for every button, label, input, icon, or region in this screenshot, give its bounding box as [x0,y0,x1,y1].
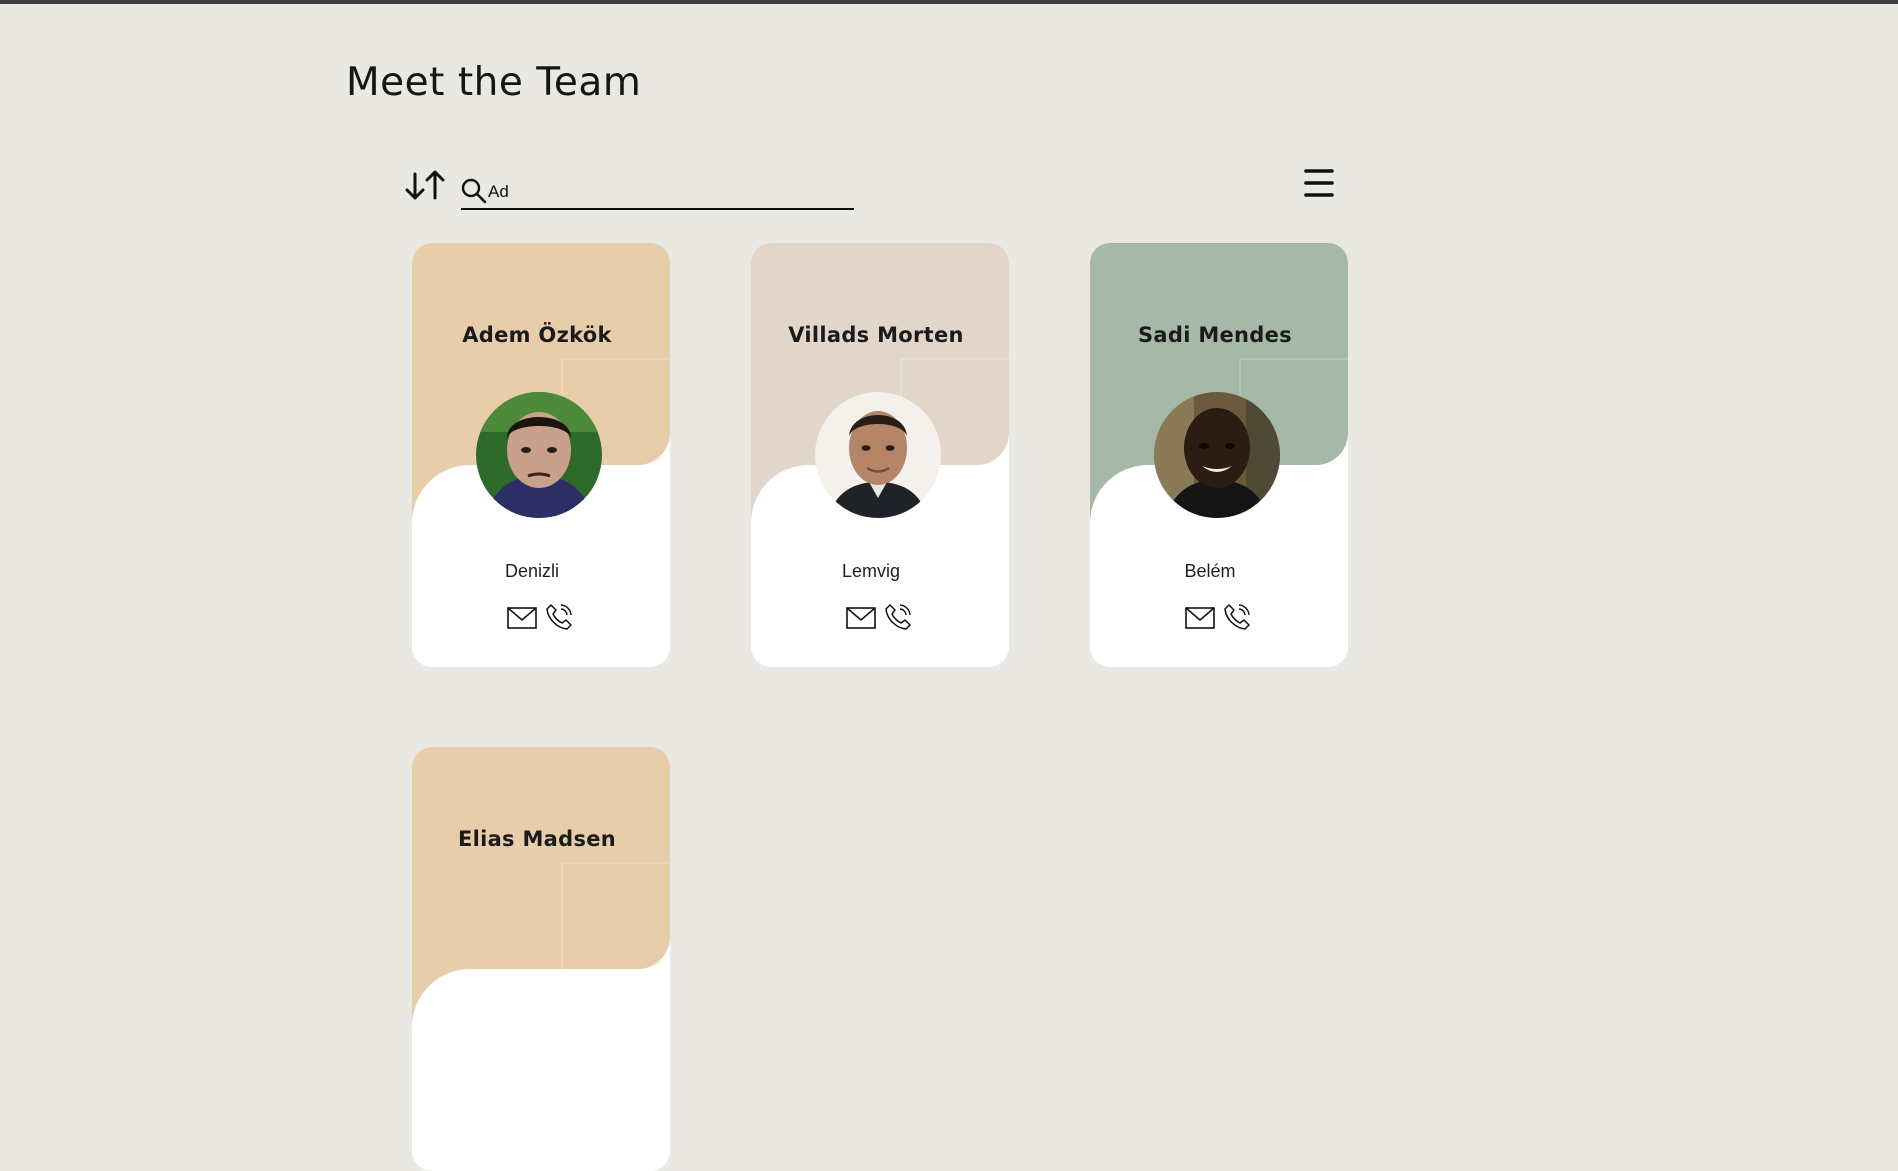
email-button[interactable] [1185,606,1215,630]
team-card[interactable]: Villads Morten Lemvig [751,243,1009,667]
member-name: Adem Özkök [462,323,612,347]
menu-button[interactable] [1303,168,1335,198]
sort-button[interactable] [404,166,448,204]
member-city: Denizli [504,561,560,581]
avatar [815,392,941,518]
avatar [1154,392,1280,518]
team-card[interactable]: Adem Özkök Denizli [412,243,670,667]
envelope-icon [507,607,537,629]
hamburger-icon [1304,169,1334,197]
member-name: Sadi Mendes [1137,323,1292,347]
phone-icon [546,604,572,630]
card-accent-shape [412,747,670,1027]
member-city: Belém [1184,561,1236,581]
top-border [0,0,1898,4]
search-input[interactable] [488,181,848,203]
search-box [461,176,854,210]
email-button[interactable] [846,606,876,630]
envelope-icon [846,607,876,629]
phone-button[interactable] [1223,603,1251,631]
member-city: Lemvig [841,561,901,581]
team-card[interactable]: Elias Madsen [412,747,670,1171]
member-name: Villads Morten [788,323,964,347]
magnifier-icon [461,178,487,204]
phone-icon [885,604,911,630]
card-background [412,747,670,1027]
sort-arrows-icon [405,170,445,200]
avatar [476,392,602,518]
member-name: Elias Madsen [457,827,617,851]
page-title: Meet the Team [346,60,642,105]
phone-button[interactable] [545,603,573,631]
team-card[interactable]: Sadi Mendes Belém [1090,243,1348,667]
phone-icon [1224,604,1250,630]
phone-button[interactable] [884,603,912,631]
email-button[interactable] [507,606,537,630]
envelope-icon [1185,607,1215,629]
